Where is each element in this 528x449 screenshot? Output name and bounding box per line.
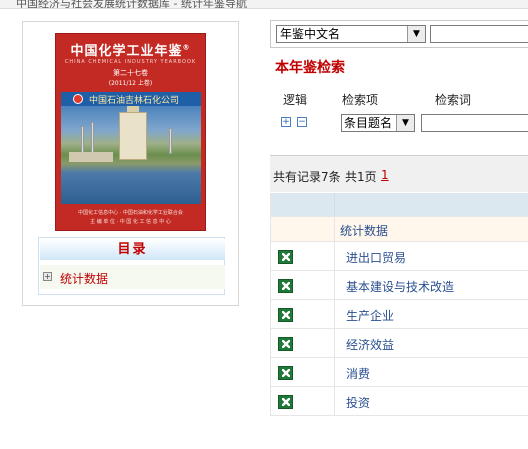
table-row: 经济效益 xyxy=(270,329,528,358)
table-row: 消费 xyxy=(270,358,528,387)
table-row: 基本建设与技术改造 xyxy=(270,271,528,300)
excel-download-icon[interactable] xyxy=(278,279,293,293)
global-search-input[interactable] xyxy=(430,25,528,43)
field-header: 检索项 xyxy=(342,93,379,107)
records-total: 共有记录7条 xyxy=(273,170,341,184)
factory-buildings xyxy=(69,152,113,162)
excel-download-icon[interactable] xyxy=(278,395,293,409)
search-field-select[interactable]: 条目题名 ▼ xyxy=(341,114,415,132)
toc-item-label[interactable]: 统计数据 xyxy=(60,270,108,287)
company-name: 中国石油吉林石化公司 xyxy=(89,96,180,106)
smokestack xyxy=(169,128,172,154)
toc-title: 目录 xyxy=(40,239,225,260)
cover-title: 中国化学工业年鉴® xyxy=(70,43,191,59)
excel-download-icon[interactable] xyxy=(278,337,293,351)
logic-header: 逻辑 xyxy=(283,93,308,107)
table-row: 生产企业 xyxy=(270,300,528,329)
excel-download-icon[interactable] xyxy=(278,366,293,380)
page-link-1[interactable]: 1 xyxy=(381,168,389,182)
breadcrumb: 中国经济与社会发展统计数据库 - 统计年鉴导航 xyxy=(16,0,247,9)
entry-link[interactable]: 经济效益 xyxy=(346,336,394,353)
yearbook-cover-image[interactable]: 中国化学工业年鉴® CHINA CHEMICAL INDUSTRY YEARBO… xyxy=(55,33,206,231)
entry-link[interactable]: 基本建设与技术改造 xyxy=(346,278,454,295)
table-row: 投资 xyxy=(270,387,528,416)
chevron-down-icon[interactable]: ▼ xyxy=(407,26,425,42)
cover-photo: 中国石油吉林石化公司 xyxy=(61,92,201,204)
company-banner: 中国石油吉林石化公司 xyxy=(61,92,201,106)
entry-link[interactable]: 生产企业 xyxy=(346,307,394,324)
cover-english-title: CHINA CHEMICAL INDUSTRY YEARBOOK xyxy=(64,59,197,65)
records-summary: 共有记录7条 共1页 1 xyxy=(270,156,528,192)
table-category-row: 统计数据 xyxy=(270,217,528,242)
term-header: 检索词 xyxy=(435,93,472,107)
excel-download-icon[interactable] xyxy=(278,250,293,264)
add-condition-icon[interactable]: + xyxy=(281,117,291,127)
cover-editor: 主 编 单 位 · 中 国 化 工 信 息 中 心 xyxy=(90,219,171,225)
global-search-bar: 年鉴中文名 ▼ xyxy=(270,20,528,48)
smokestack xyxy=(81,126,84,154)
expand-plus-icon[interactable]: + xyxy=(43,272,52,281)
cover-publisher: 中国化工信息中心 · 中国石油和化学工业联合会 xyxy=(78,210,183,216)
search-scope-select[interactable]: 年鉴中文名 ▼ xyxy=(276,25,426,43)
toc-item-statistics[interactable]: + 统计数据 xyxy=(40,265,225,289)
excel-download-icon[interactable] xyxy=(278,308,293,322)
entry-link[interactable]: 投资 xyxy=(346,394,370,411)
entry-link[interactable]: 消费 xyxy=(346,365,370,382)
pages-total: 共1页 xyxy=(345,170,377,184)
table-row: 进出口贸易 xyxy=(270,242,528,271)
entry-link[interactable]: 进出口贸易 xyxy=(346,249,406,266)
category-label[interactable]: 统计数据 xyxy=(340,222,388,239)
results-table: 统计数据 进出口贸易 基本建设与技术改造 生产企业 经济效益 消费 投资 xyxy=(270,193,528,416)
cover-year: (2011/12 上卷) xyxy=(108,80,153,87)
breadcrumb-bar: 中国经济与社会发展统计数据库 - 统计年鉴导航 xyxy=(0,0,528,9)
yearbook-panel: 中国化学工业年鉴® CHINA CHEMICAL INDUSTRY YEARBO… xyxy=(22,21,239,306)
remove-condition-icon[interactable]: − xyxy=(297,117,307,127)
table-of-contents: 目录 + 统计数据 xyxy=(38,237,225,295)
company-logo-icon xyxy=(73,94,83,104)
tower-building xyxy=(119,112,147,160)
section-title: 本年鉴检索 xyxy=(275,60,345,76)
cover-volume: 第二十七卷 xyxy=(113,69,148,77)
chevron-down-icon[interactable]: ▼ xyxy=(396,115,414,131)
search-term-input[interactable] xyxy=(421,114,528,132)
smokestack xyxy=(91,122,94,154)
table-header-row xyxy=(270,193,528,217)
